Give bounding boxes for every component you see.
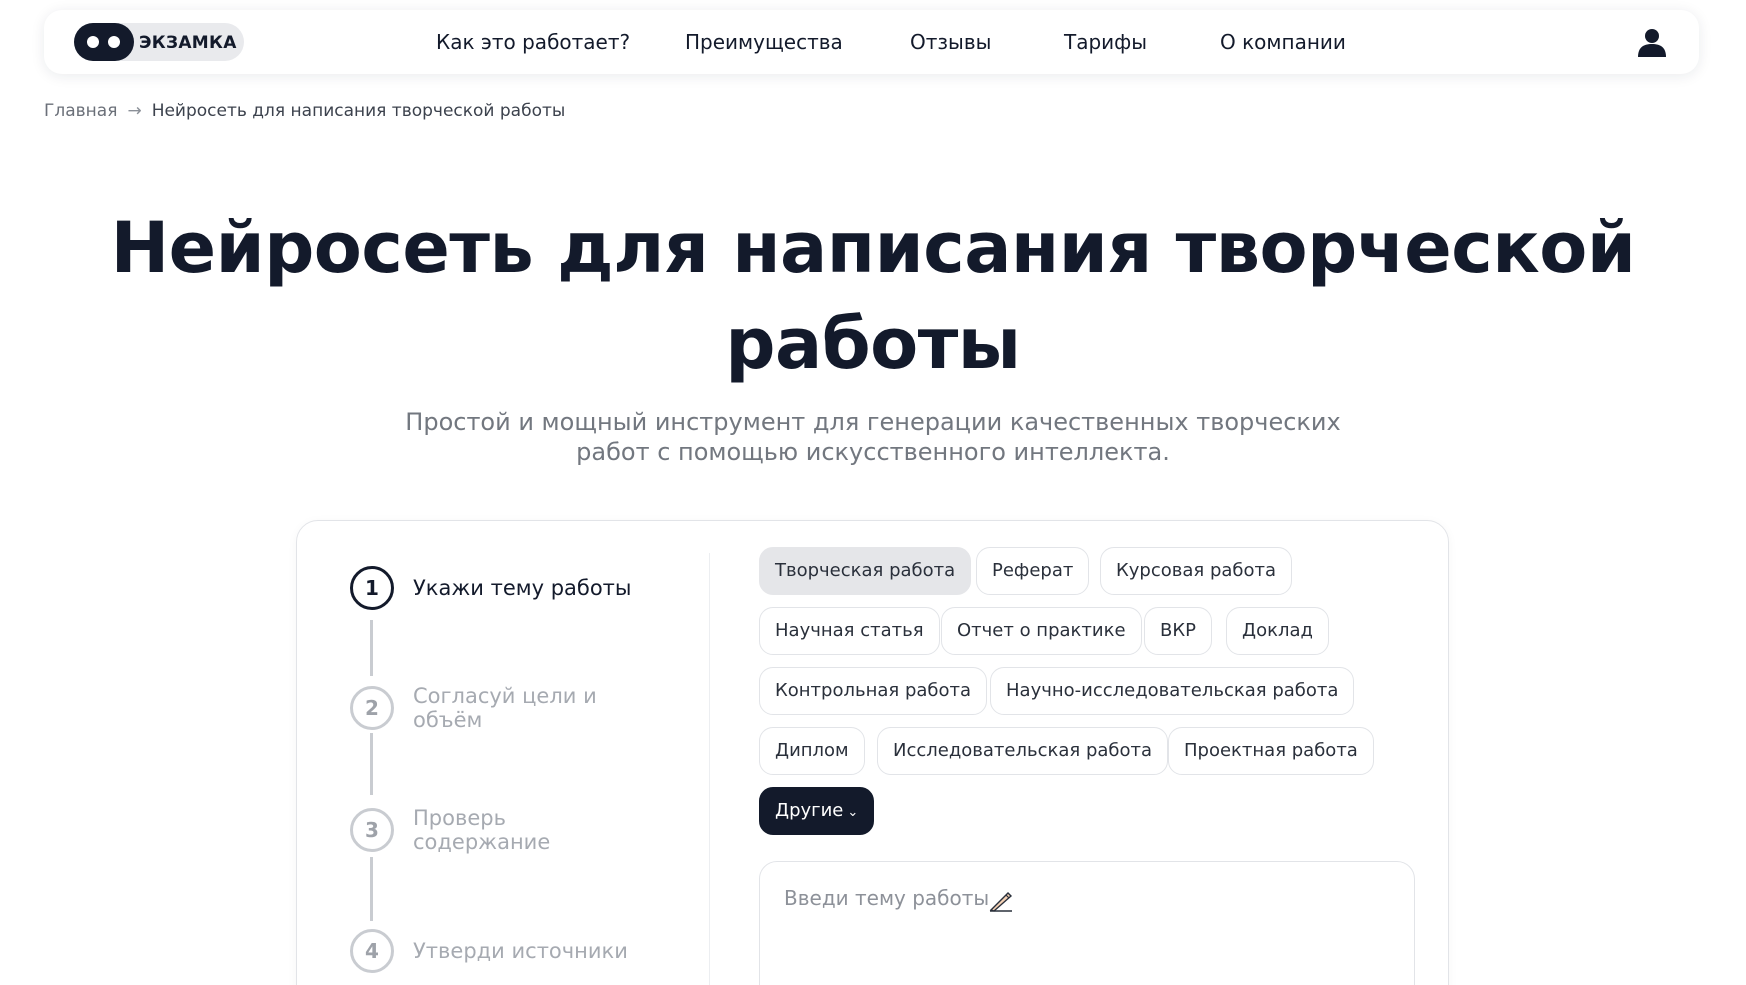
- breadcrumb-current: Нейросеть для написания творческой работ…: [151, 101, 566, 121]
- more-types-dropdown[interactable]: Другие ⌄: [759, 787, 875, 835]
- nav-about[interactable]: О компании: [1220, 10, 1346, 74]
- breadcrumb: Главная → Нейросеть для написания творческ…: [44, 101, 565, 121]
- chip-vkr[interactable]: ВКР: [1144, 607, 1212, 655]
- step-connector: [370, 733, 373, 795]
- step-2-label: Согласуй цели и объём: [413, 684, 597, 732]
- step-4-label: Утверди источники: [413, 939, 628, 963]
- page-subtitle-line2: работ с помощью искусственного интеллект…: [576, 438, 1170, 466]
- breadcrumb-home-link[interactable]: Главная: [44, 101, 117, 121]
- topic-input-box[interactable]: [759, 861, 1415, 985]
- chip-practice-report[interactable]: Отчет о практике: [941, 607, 1142, 655]
- step-connector: [370, 857, 373, 921]
- top-navbar: ЭКЗАМКА Как это работает? Преимущества О…: [44, 10, 1699, 74]
- chip-test-work[interactable]: Контрольная работа: [759, 667, 988, 715]
- page-subtitle: Простой и мощный инструмент для генераци…: [373, 407, 1373, 467]
- step-3-label: Проверь содержание: [413, 806, 551, 854]
- page-title-line2: работы: [725, 303, 1021, 385]
- step-connector: [370, 620, 373, 676]
- writing-hand-icon: [989, 892, 1013, 912]
- page-title: Нейросеть для написания творческой работ…: [60, 200, 1686, 392]
- card-divider: [709, 553, 710, 985]
- logo-text: ЭКЗАМКА: [139, 33, 237, 53]
- nav-how-it-works[interactable]: Как это работает?: [436, 10, 630, 74]
- nav-reviews[interactable]: Отзывы: [910, 10, 991, 74]
- page-title-line1: Нейросеть для написания творческой: [110, 207, 1636, 289]
- chip-research-work[interactable]: Научно-исследовательская работа: [990, 667, 1355, 715]
- step-4-number: 4: [350, 929, 394, 973]
- step-1-label: Укажи тему работы: [413, 576, 632, 600]
- chip-coursework[interactable]: Курсовая работа: [1100, 547, 1293, 595]
- page-subtitle-line1: Простой и мощный инструмент для генераци…: [405, 408, 1341, 436]
- chip-creative-work[interactable]: Творческая работа: [759, 547, 972, 595]
- chip-project-work[interactable]: Проектная работа: [1168, 727, 1374, 775]
- topic-input[interactable]: [784, 886, 1254, 926]
- logo-mark-icon: [74, 23, 134, 61]
- breadcrumb-arrow-icon: →: [127, 101, 142, 121]
- logo-eye-right: [108, 36, 120, 48]
- chip-research[interactable]: Исследовательская работа: [877, 727, 1169, 775]
- logo[interactable]: ЭКЗАМКА: [74, 23, 244, 61]
- more-types-label: Другие: [775, 800, 844, 821]
- chip-scientific-article[interactable]: Научная статья: [759, 607, 940, 655]
- user-icon[interactable]: [1637, 27, 1667, 57]
- step-3-number: 3: [350, 808, 394, 852]
- nav-advantages[interactable]: Преимущества: [685, 10, 843, 74]
- chip-essay[interactable]: Реферат: [976, 547, 1090, 595]
- chip-report[interactable]: Доклад: [1226, 607, 1329, 655]
- logo-eye-left: [87, 36, 99, 48]
- nav-pricing[interactable]: Тарифы: [1064, 10, 1147, 74]
- chip-diploma[interactable]: Диплом: [759, 727, 865, 775]
- step-2-number: 2: [350, 686, 394, 730]
- chevron-down-icon: ⌄: [847, 805, 859, 820]
- step-1-number: 1: [350, 566, 394, 610]
